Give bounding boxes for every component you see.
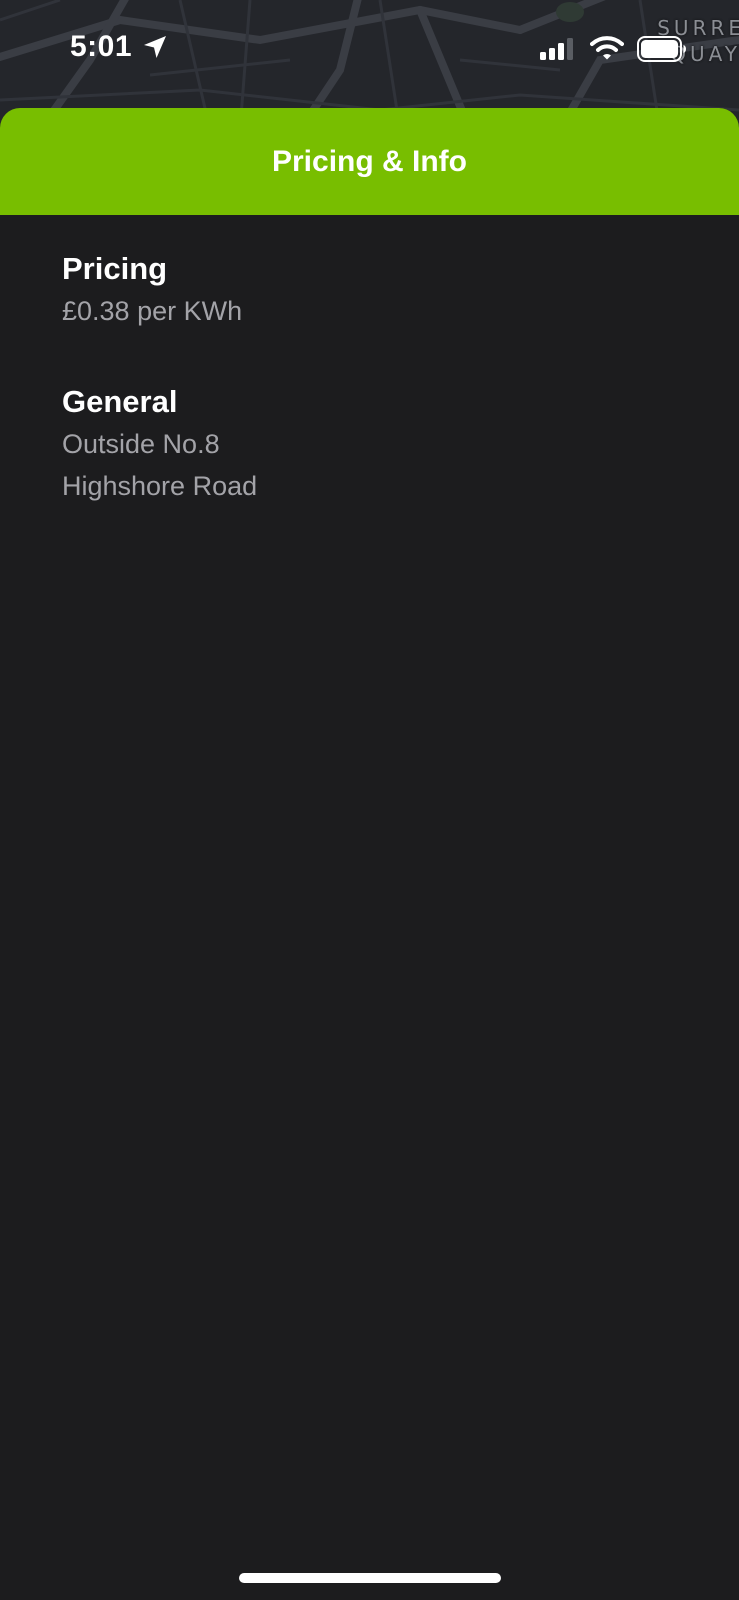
section-heading: General [62, 384, 178, 419]
cellular-signal-icon [540, 38, 578, 65]
sheet-header[interactable]: Pricing & Info [0, 108, 739, 215]
battery-icon [637, 36, 687, 67]
status-bar: 5:01 [0, 0, 739, 100]
location-arrow-icon [142, 34, 168, 65]
sheet-title: Pricing & Info [272, 144, 467, 178]
pricing-rate: £0.38 per KWh [62, 296, 243, 326]
screen: SURRE QUAY 5:01 Pricing & Info Pricing £… [0, 0, 739, 1600]
home-indicator[interactable] [239, 1573, 501, 1583]
status-time: 5:01 [70, 30, 133, 63]
location-detail: Outside No.8 [62, 429, 220, 459]
pricing-info-sheet: Pricing & Info Pricing £0.38 per KWh Gen… [0, 108, 739, 1600]
pricing-section: Pricing £0.38 per KWh [62, 248, 242, 332]
section-heading: Pricing [62, 251, 168, 286]
street-name: Highshore Road [62, 471, 258, 501]
wifi-icon [590, 36, 624, 65]
general-section: General Outside No.8 Highshore Road [62, 381, 257, 507]
